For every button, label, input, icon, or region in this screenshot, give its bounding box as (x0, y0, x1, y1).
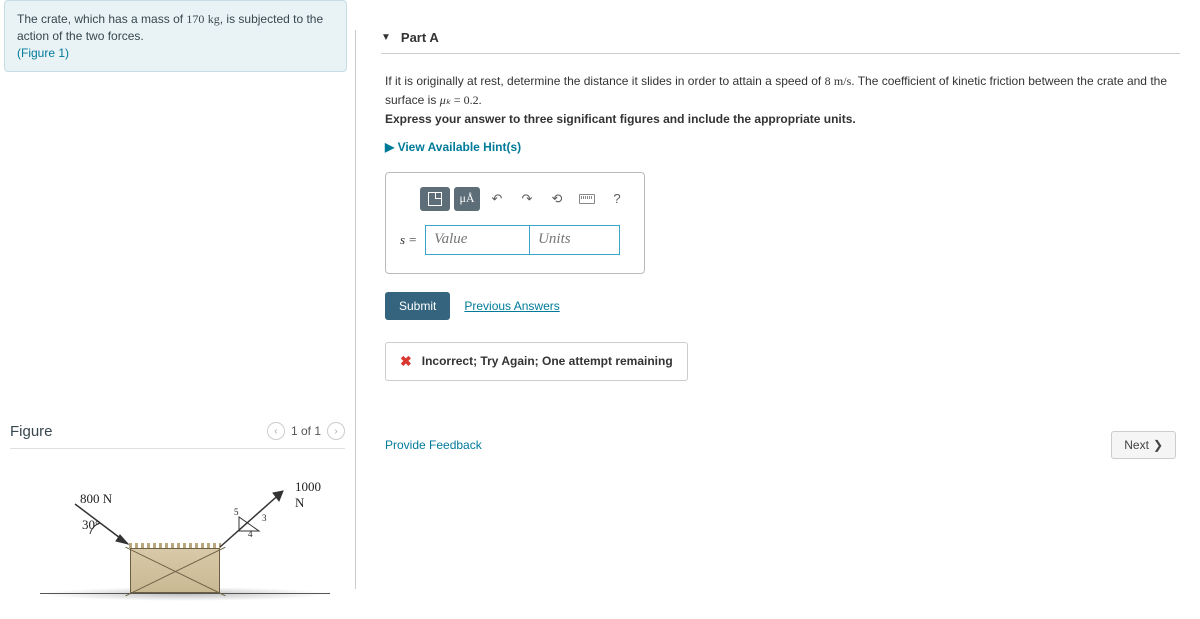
figure-link[interactable]: (Figure 1) (17, 46, 69, 60)
problem-text-pre: The crate, which has a mass of (17, 12, 186, 26)
question-text: If it is originally at rest, determine t… (381, 72, 1180, 130)
variable-label: s = (400, 232, 417, 248)
chevron-right-icon: ❯ (1153, 438, 1163, 452)
undo-icon[interactable]: ↶ (484, 187, 510, 211)
figure-diagram: 800 N 30° 1000 N 5 3 4 (40, 479, 330, 609)
answer-instruction: Express your answer to three significant… (385, 112, 856, 126)
figure-next-button[interactable]: › (327, 422, 345, 440)
units-input[interactable] (530, 225, 620, 255)
units-tool-button[interactable]: μÅ (454, 187, 480, 211)
collapse-part-icon[interactable]: ▼ (381, 32, 391, 43)
problem-mass: 170 (186, 12, 204, 26)
problem-mass-unit: kg (208, 12, 220, 26)
answer-box: μÅ ↶ ↷ ⟲ ? s = (385, 172, 645, 274)
force-left-label: 800 N (80, 491, 112, 507)
force-right-label: 1000 N (295, 479, 330, 511)
part-label: Part A (401, 30, 439, 45)
provide-feedback-link[interactable]: Provide Feedback (385, 438, 482, 452)
problem-statement: The crate, which has a mass of 170 kg, i… (4, 0, 347, 72)
figure-prev-button[interactable]: ‹ (267, 422, 285, 440)
feedback-message: ✖ Incorrect; Try Again; One attempt rema… (385, 342, 688, 381)
figure-pager: 1 of 1 (291, 424, 321, 438)
value-input[interactable] (425, 225, 530, 255)
submit-button[interactable]: Submit (385, 292, 450, 320)
next-button[interactable]: Next❯ (1111, 431, 1176, 459)
triangle-adj: 4 (248, 529, 253, 539)
figure-title: Figure (10, 423, 53, 440)
view-hints-button[interactable]: ▶ View Available Hint(s) (385, 140, 1180, 154)
reset-icon[interactable]: ⟲ (544, 187, 570, 211)
previous-answers-link[interactable]: Previous Answers (464, 299, 559, 313)
help-icon[interactable]: ? (604, 187, 630, 211)
redo-icon[interactable]: ↷ (514, 187, 540, 211)
triangle-opp: 3 (262, 513, 267, 523)
incorrect-icon: ✖ (400, 353, 412, 370)
template-tool-icon[interactable] (420, 187, 450, 211)
keyboard-icon[interactable] (574, 187, 600, 211)
angle-left-label: 30° (82, 517, 100, 533)
triangle-hyp: 5 (234, 507, 239, 517)
